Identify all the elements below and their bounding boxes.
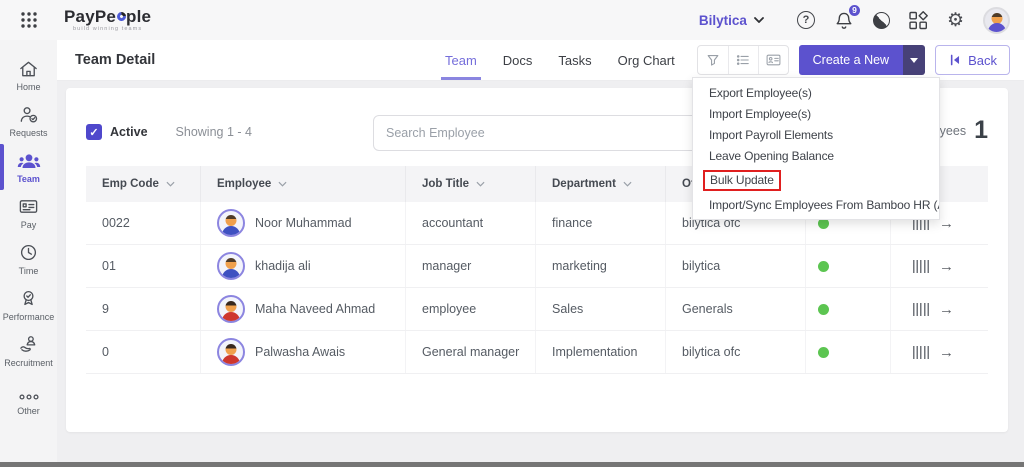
- col-job-title[interactable]: Job Title: [406, 166, 536, 202]
- menu-item-import-payroll-elements[interactable]: Import Payroll Elements: [693, 124, 939, 145]
- status-dot: [818, 303, 829, 315]
- pay-icon: [19, 200, 38, 213]
- time-icon: [20, 244, 37, 261]
- team-icon: [17, 153, 40, 168]
- tab-tasks[interactable]: Tasks: [558, 40, 591, 80]
- menu-item-import-sync-bamboo[interactable]: Import/Sync Employees From Bamboo HR (AP…: [693, 194, 939, 215]
- id-card-icon: [766, 54, 781, 66]
- barcode-icon: [913, 345, 929, 359]
- chevron-down-icon: [754, 17, 764, 23]
- toolbar: Create a New Back: [696, 45, 1010, 75]
- open-employee-arrow-icon[interactable]: →: [939, 258, 954, 275]
- ellipsis-icon: [18, 393, 39, 400]
- create-new-button[interactable]: Create a New: [798, 45, 926, 75]
- menu-item-leave-opening-balance[interactable]: Leave Opening Balance: [693, 145, 939, 166]
- filter-row: Active Showing 1 - 4: [86, 124, 252, 140]
- col-department[interactable]: Department: [536, 166, 666, 202]
- app-launcher-icon[interactable]: [20, 11, 38, 29]
- logo-text: PayPe ple: [64, 7, 152, 26]
- recruitment-icon: [20, 336, 36, 352]
- barcode-icon: [913, 302, 929, 316]
- sidebar-item-team[interactable]: Team: [0, 144, 57, 190]
- card-view-button[interactable]: [757, 46, 788, 74]
- topbar-actions: Bilytica ? 9 ⚙: [699, 2, 1010, 34]
- page-header: Team Detail Team Docs Tasks Org Chart Cr…: [57, 40, 1024, 81]
- caret-down-icon: [910, 57, 919, 63]
- menu-item-import-employees[interactable]: Import Employee(s): [693, 103, 939, 124]
- table-row[interactable]: 9 Maha Naveed Ahmad employee Sales Gener…: [86, 288, 988, 331]
- menu-item-export-employees[interactable]: Export Employee(s): [693, 82, 939, 103]
- app-logo: PayPe ple build winning teams: [64, 8, 151, 32]
- create-new-dropdown-toggle[interactable]: [903, 45, 926, 75]
- org-selector[interactable]: Bilytica: [699, 13, 764, 28]
- tab-bar: Team Docs Tasks Org Chart: [441, 40, 675, 80]
- sidebar-item-requests[interactable]: Requests: [0, 98, 57, 144]
- list-icon: [737, 55, 749, 65]
- open-employee-arrow-icon[interactable]: →: [939, 344, 954, 361]
- tab-org-chart[interactable]: Org Chart: [618, 40, 675, 80]
- sidebar-item-pay[interactable]: Pay: [0, 190, 57, 236]
- tab-docs[interactable]: Docs: [503, 40, 533, 80]
- user-avatar[interactable]: [983, 6, 1010, 34]
- status-dot: [818, 346, 829, 358]
- performance-icon: [23, 290, 34, 306]
- employees-count: 1: [974, 116, 988, 144]
- table-row[interactable]: 01 khadija ali manager marketing bilytic…: [86, 245, 988, 288]
- table-row[interactable]: 0 Palwasha Awais General manager Impleme…: [86, 331, 988, 374]
- back-button[interactable]: Back: [935, 45, 1010, 75]
- sort-icon: [166, 181, 175, 187]
- sidebar-item-recruitment[interactable]: Recruitment: [0, 328, 57, 374]
- help-icon[interactable]: ?: [796, 11, 815, 29]
- filter-icon: [707, 55, 719, 66]
- list-view-button[interactable]: [727, 46, 758, 74]
- barcode-icon: [913, 259, 929, 273]
- app-window: PayPe ple build winning teams Bilytica ? …: [0, 0, 1024, 467]
- col-employee[interactable]: Employee: [201, 166, 406, 202]
- top-bar: PayPe ple build winning teams Bilytica ? …: [0, 0, 1024, 40]
- logo-tagline: build winning teams: [73, 26, 143, 32]
- sort-icon: [476, 181, 485, 187]
- home-icon: [20, 61, 37, 76]
- bottom-border: [0, 462, 1024, 467]
- page-title: Team Detail: [75, 52, 156, 68]
- sort-icon: [623, 181, 632, 187]
- employee-avatar: [217, 209, 245, 237]
- sidebar-active-indicator: [0, 144, 4, 190]
- filter-button[interactable]: [698, 46, 728, 74]
- org-name: Bilytica: [698, 12, 747, 28]
- open-employee-arrow-icon[interactable]: →: [939, 301, 954, 318]
- contrast-icon[interactable]: [872, 11, 890, 29]
- notification-badge: 9: [846, 2, 862, 18]
- open-employee-arrow-icon[interactable]: →: [939, 215, 954, 232]
- col-emp-code[interactable]: Emp Code: [86, 166, 201, 202]
- sort-icon: [278, 181, 287, 187]
- tab-team[interactable]: Team: [441, 40, 481, 80]
- gear-icon[interactable]: ⚙: [947, 11, 964, 30]
- showing-range: Showing 1 - 4: [175, 125, 252, 139]
- employee-avatar: [217, 295, 245, 323]
- create-new-label[interactable]: Create a New: [798, 45, 904, 75]
- apps-menu-icon[interactable]: [909, 10, 928, 30]
- view-options-group: [696, 45, 789, 75]
- status-dot: [818, 260, 829, 272]
- employee-avatar: [217, 338, 245, 366]
- menu-item-bulk-update[interactable]: Bulk Update: [693, 166, 939, 194]
- sidebar: Home Requests Team Pay Time Performance …: [0, 40, 57, 462]
- skip-back-icon: [950, 54, 960, 66]
- sidebar-item-time[interactable]: Time: [0, 236, 57, 282]
- employee-avatar: [217, 252, 245, 280]
- create-new-dropdown-menu: Export Employee(s) Import Employee(s) Im…: [692, 77, 940, 220]
- sidebar-item-home[interactable]: Home: [0, 52, 57, 98]
- active-checkbox-label: Active: [110, 125, 148, 139]
- sidebar-item-performance[interactable]: Performance: [0, 282, 57, 328]
- search-input[interactable]: [373, 115, 705, 151]
- requests-icon: [20, 107, 38, 123]
- active-checkbox[interactable]: [86, 124, 102, 140]
- notifications-button[interactable]: 9: [834, 2, 862, 31]
- annotation-highlight-box: Bulk Update: [703, 169, 781, 191]
- sidebar-item-other[interactable]: Other: [0, 380, 57, 426]
